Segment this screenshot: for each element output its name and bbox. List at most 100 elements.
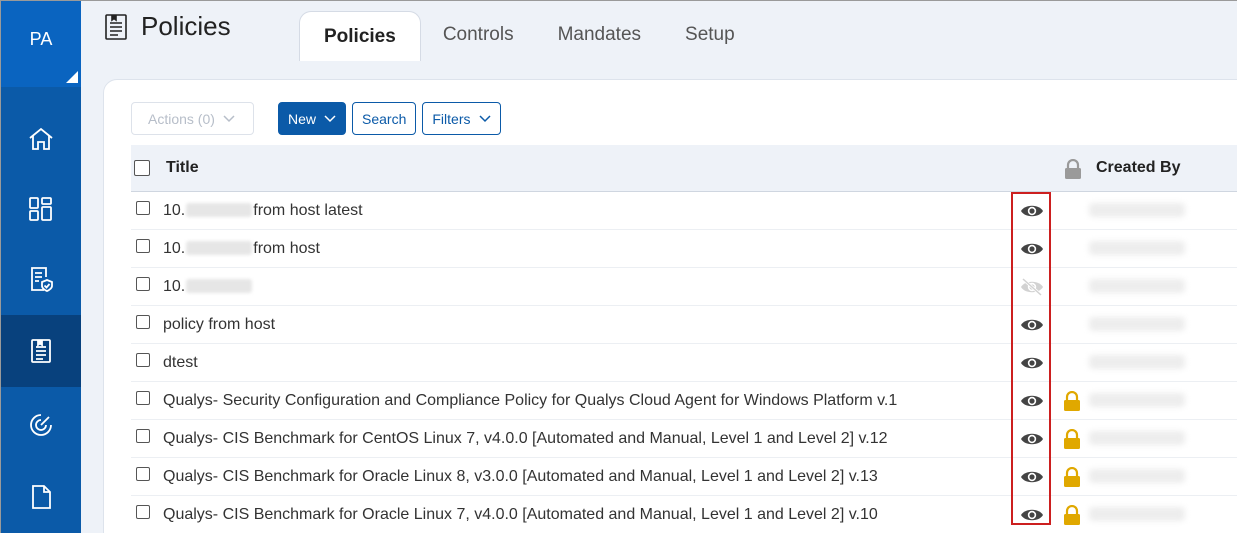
row-checkbox[interactable] — [136, 277, 150, 291]
sidebar-item-home[interactable] — [1, 103, 81, 175]
eye-icon[interactable] — [1020, 201, 1044, 221]
scan-gauge-icon — [30, 414, 52, 436]
created-by-redacted — [1089, 469, 1185, 483]
row-checkbox[interactable] — [136, 315, 150, 329]
column-created-by[interactable]: Created By — [1096, 159, 1180, 177]
policy-title-text: Qualys- Security Configuration and Compl… — [163, 391, 898, 409]
sidebar-item-compliance[interactable] — [1, 243, 81, 315]
tab-mandates[interactable]: Mandates — [536, 11, 663, 59]
policy-title[interactable]: 10. from host latest — [163, 202, 363, 220]
row-checkbox[interactable] — [136, 391, 150, 405]
table-row[interactable]: Qualys- CIS Benchmark for Oracle Linux 7… — [131, 496, 1237, 533]
sidebar-item-policies[interactable] — [1, 315, 81, 387]
compliance-report-icon — [31, 267, 53, 292]
avatar-menu-corner-icon — [66, 71, 78, 83]
policies-panel: Actions (0) New Search Filters Title Cre… — [103, 79, 1237, 533]
search-label: Search — [362, 110, 407, 127]
row-checkbox[interactable] — [136, 201, 150, 215]
policy-title[interactable]: Qualys- CIS Benchmark for Oracle Linux 8… — [163, 468, 878, 486]
table-row[interactable]: 10. from host latest — [131, 192, 1237, 230]
policy-title[interactable]: 10. — [163, 278, 253, 296]
row-checkbox[interactable] — [136, 429, 150, 443]
eye-icon[interactable] — [1020, 239, 1044, 259]
tab-setup[interactable]: Setup — [663, 11, 757, 59]
created-by-redacted — [1089, 203, 1185, 217]
policy-title[interactable]: Qualys- Security Configuration and Compl… — [163, 392, 897, 410]
row-checkbox[interactable] — [136, 353, 150, 367]
policy-title[interactable]: Qualys- CIS Benchmark for Oracle Linux 7… — [163, 506, 878, 524]
table-row[interactable]: dtest — [131, 344, 1237, 382]
row-checkbox[interactable] — [136, 505, 150, 519]
table-body: 10. from host latest 10. from host 10. policy… — [131, 192, 1237, 533]
tab-bar: Policies Controls Mandates Setup — [299, 11, 757, 61]
eye-icon[interactable] — [1020, 467, 1044, 487]
actions-button[interactable]: Actions (0) — [131, 102, 254, 135]
redacted-text — [186, 279, 253, 294]
created-by-redacted — [1089, 279, 1185, 293]
policy-document-icon — [105, 13, 127, 40]
chevron-down-icon — [223, 114, 235, 122]
tab-policies[interactable]: Policies — [299, 11, 421, 61]
filters-button[interactable]: Filters — [422, 102, 501, 135]
avatar-initials: PA — [29, 28, 53, 49]
row-checkbox[interactable] — [136, 467, 150, 481]
table-row[interactable]: 10. from host — [131, 230, 1237, 268]
filters-label: Filters — [432, 110, 471, 127]
column-title[interactable]: Title — [166, 159, 199, 177]
eye-off-icon[interactable] — [1020, 277, 1044, 297]
lock-icon — [1064, 391, 1080, 411]
sidebar-item-files[interactable] — [1, 461, 81, 533]
row-checkbox[interactable] — [136, 239, 150, 253]
created-by-redacted — [1089, 355, 1185, 369]
policies-table: Title Created By 10. from host latest 10. f… — [131, 145, 1237, 533]
page-header: Policies — [105, 11, 231, 42]
policy-document-icon — [31, 339, 51, 363]
policy-title-text: 10. — [163, 239, 186, 257]
policy-title-suffix: from host — [253, 239, 320, 257]
lock-icon — [1065, 159, 1081, 179]
sidebar-item-scans[interactable] — [1, 389, 81, 461]
page-title: Policies — [141, 11, 231, 41]
lock-icon — [1064, 505, 1080, 525]
chevron-down-icon — [324, 114, 336, 122]
file-icon — [32, 485, 51, 509]
eye-icon[interactable] — [1020, 315, 1044, 335]
table-row[interactable]: policy from host — [131, 306, 1237, 344]
policy-title-text: Qualys- CIS Benchmark for Oracle Linux 7… — [163, 505, 878, 523]
new-label: New — [288, 110, 317, 127]
policy-title-text: Qualys- CIS Benchmark for Oracle Linux 8… — [163, 467, 878, 485]
eye-icon[interactable] — [1020, 353, 1044, 373]
sidebar: PA — [1, 1, 81, 533]
policy-title[interactable]: 10. from host — [163, 240, 320, 258]
home-icon — [29, 127, 53, 150]
actions-label: Actions (0) — [148, 110, 215, 127]
main-content: Policies Policies Controls Mandates Setu… — [81, 1, 1237, 533]
new-button[interactable]: New — [278, 102, 347, 135]
table-row[interactable]: Qualys- CIS Benchmark for Oracle Linux 8… — [131, 458, 1237, 496]
policy-title[interactable]: policy from host — [163, 316, 275, 334]
sidebar-item-dashboard[interactable] — [1, 173, 81, 245]
table-row[interactable]: 10. — [131, 268, 1237, 306]
lock-icon — [1064, 467, 1080, 487]
policy-title[interactable]: Qualys- CIS Benchmark for CentOS Linux 7… — [163, 430, 888, 448]
policy-title-text: dtest — [163, 353, 198, 371]
tab-controls[interactable]: Controls — [421, 11, 536, 59]
eye-icon[interactable] — [1020, 505, 1044, 525]
search-button[interactable]: Search — [352, 102, 417, 135]
created-by-redacted — [1089, 241, 1185, 255]
created-by-redacted — [1089, 317, 1185, 331]
table-row[interactable]: Qualys- CIS Benchmark for CentOS Linux 7… — [131, 420, 1237, 458]
select-all-checkbox[interactable] — [134, 160, 150, 176]
user-avatar[interactable]: PA — [1, 1, 81, 87]
chevron-down-icon — [478, 114, 491, 122]
table-row[interactable]: Qualys- Security Configuration and Compl… — [131, 382, 1237, 420]
policy-title-text: 10. — [163, 201, 186, 219]
redacted-text — [186, 241, 253, 256]
created-by-redacted — [1089, 393, 1185, 407]
toolbar: Actions (0) New Search Filters — [131, 102, 501, 135]
created-by-redacted — [1089, 431, 1185, 445]
table-header: Title Created By — [131, 145, 1237, 192]
eye-icon[interactable] — [1020, 391, 1044, 411]
eye-icon[interactable] — [1020, 429, 1044, 449]
policy-title[interactable]: dtest — [163, 354, 198, 372]
